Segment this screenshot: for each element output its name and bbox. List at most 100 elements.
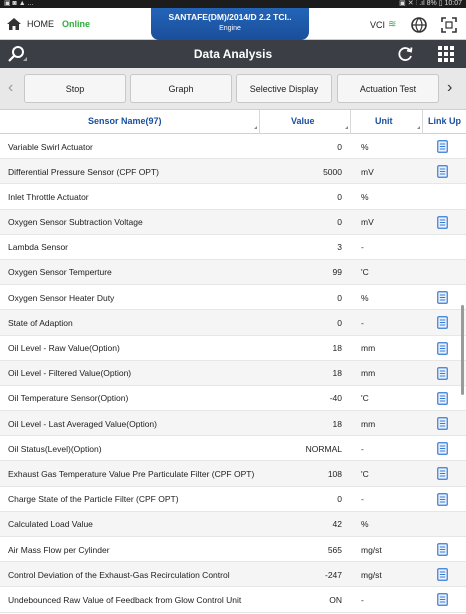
sensor-name-cell: Air Mass Flow per Cylinder (8, 544, 110, 555)
table-row[interactable]: Control Deviation of the Exhaust-Gas Rec… (0, 562, 466, 588)
sensor-value-cell: 108 (327, 468, 342, 479)
link-up-icon[interactable] (437, 165, 448, 179)
action-button-row: ‹ Stop Graph Selective Display Actuation… (0, 68, 466, 110)
sensor-unit-cell: % (361, 141, 369, 152)
home-button[interactable]: HOME Online (6, 17, 90, 31)
table-row[interactable]: Inlet Throttle Actuator 0% (0, 184, 466, 210)
link-up-icon[interactable] (437, 215, 448, 229)
table-row[interactable]: Oil Level - Last Averaged Value(Option) 1… (0, 411, 466, 437)
selective-display-button[interactable]: Selective Display (236, 74, 332, 103)
sensor-name-cell: Exhaust Gas Temperature Value Pre Partic… (8, 468, 255, 479)
refresh-icon[interactable] (396, 45, 414, 63)
sensor-unit-cell: mV (361, 166, 374, 177)
link-up-icon[interactable] (437, 291, 448, 304)
sensor-name-cell: Variable Swirl Actuator (8, 141, 93, 152)
link-up-icon[interactable] (437, 467, 448, 481)
sensor-name-cell: Differential Pressure Sensor (CPF OPT) (8, 166, 159, 177)
stop-button[interactable]: Stop (24, 74, 126, 103)
vehicle-info-tab[interactable]: SANTAFE(DM)/2014/D 2.2 TCI.. Engine (151, 8, 309, 40)
sensor-value-cell: 0 (337, 292, 342, 303)
sensor-value-cell: 0 (337, 494, 342, 505)
status-left-icons: ▣ ◙ ▲ ... (4, 0, 34, 7)
actuation-test-button[interactable]: Actuation Test (337, 74, 439, 103)
table-row[interactable]: Oil Status(Level)(Option) NORMAL - (0, 436, 466, 462)
sensor-value-cell: 18 (332, 418, 342, 429)
sensor-name-cell: Oil Level - Filtered Value(Option) (8, 368, 132, 379)
sensor-name-cell: Undebounced Raw Value of Feedback from G… (8, 594, 242, 605)
column-header-link-up[interactable]: Link Up (428, 116, 461, 126)
sensor-value-cell: 42 (332, 519, 342, 530)
graph-button[interactable]: Graph (130, 74, 232, 103)
title-bar: Data Analysis (0, 40, 466, 68)
link-up-icon[interactable] (437, 417, 448, 430)
table-row[interactable]: Lambda Sensor 3 - (0, 234, 466, 260)
table-row[interactable]: Undebounced Raw Value of Feedback from G… (0, 587, 466, 613)
table-row[interactable]: Air Mass Flow per Cylinder 565 mg/st (0, 537, 466, 563)
sensor-value-cell: 3 (337, 242, 342, 253)
sensor-unit-cell: - (361, 494, 364, 505)
sensor-name-cell: Oil Temperature Sensor(Option) (8, 393, 129, 404)
column-header-unit[interactable]: Unit (375, 116, 393, 126)
link-up-icon[interactable] (437, 316, 448, 330)
sensor-unit-cell: 'C (361, 393, 369, 404)
status-right-icons: ▣ ✕ ⫶ .ıl 8% ▯ 10:07 (399, 0, 462, 7)
link-up-icon[interactable] (437, 140, 448, 153)
sensor-unit-cell: mg/st (361, 569, 382, 580)
link-up-icon[interactable] (437, 442, 448, 456)
scrollbar-thumb[interactable] (461, 305, 464, 395)
column-divider (350, 110, 351, 134)
link-up-icon[interactable] (437, 392, 448, 405)
link-up-icon[interactable] (437, 593, 448, 607)
sensor-unit-cell: - (361, 443, 364, 454)
link-up-icon[interactable] (437, 492, 448, 506)
chevron-left-icon[interactable]: ‹ (8, 79, 13, 97)
table-row[interactable]: Oxygen Sensor Temperture 99 'C (0, 259, 466, 286)
column-header-value[interactable]: Value (291, 116, 315, 126)
sensor-unit-cell: mV (361, 217, 374, 228)
table-row[interactable]: Oil Level - Raw Value(Option) 18 mm (0, 335, 466, 361)
link-up-icon[interactable] (437, 341, 448, 355)
vehicle-model: SANTAFE(DM)/2014/D 2.2 TCI.. (168, 12, 292, 22)
table-row[interactable]: Oxygen Sensor Subtraction Voltage 0 mV (0, 209, 466, 235)
sensor-value-cell: 99 (332, 267, 342, 278)
sensor-value-cell: 0 (337, 317, 342, 328)
sensor-value-cell: 0 (337, 217, 342, 228)
sensor-unit-cell: - (361, 594, 364, 605)
sensor-value-cell: 0 (337, 191, 342, 202)
column-header-sensor-name[interactable]: Sensor Name(97) (88, 116, 162, 126)
sensor-value-cell: 18 (332, 343, 342, 353)
sort-indicator-icon (345, 126, 348, 129)
sensor-unit-cell: - (361, 242, 364, 253)
table-row[interactable]: Charge State of the Particle Filter (CPF… (0, 486, 466, 512)
table-row[interactable]: Exhaust Gas Temperature Value Pre Partic… (0, 461, 466, 487)
table-row[interactable]: Oil Level - Filtered Value(Option) 18 mm (0, 360, 466, 386)
system-status-bar: ▣ ◙ ▲ ... ▣ ✕ ⫶ .ıl 8% ▯ 10:07 (0, 0, 466, 8)
sensor-name-cell: Oxygen Sensor Subtraction Voltage (8, 217, 143, 228)
vci-status[interactable]: VCI ≋ (370, 19, 396, 30)
table-row[interactable]: Differential Pressure Sensor (CPF OPT) 50… (0, 159, 466, 185)
sensor-unit-cell: 'C (361, 468, 369, 479)
fullscreen-icon[interactable] (440, 16, 458, 34)
vci-label: VCI (370, 19, 386, 30)
sensor-name-cell: Oil Level - Last Averaged Value(Option) (8, 418, 157, 429)
sensor-unit-cell: mm (361, 368, 376, 379)
sensor-name-cell: Charge State of the Particle Filter (CPF… (8, 494, 179, 505)
sensor-unit-cell: mm (361, 343, 376, 353)
link-up-icon[interactable] (437, 366, 448, 380)
table-row[interactable]: Calculated Load Value 42% (0, 511, 466, 537)
sensor-name-cell: Inlet Throttle Actuator (8, 191, 89, 202)
globe-settings-icon[interactable] (410, 16, 428, 34)
sensor-value-cell: 18 (332, 368, 342, 379)
sensor-name-cell: Oil Status(Level)(Option) (8, 443, 102, 454)
link-up-icon[interactable] (437, 568, 448, 582)
table-row[interactable]: State of Adaption 0 - (0, 310, 466, 336)
table-row[interactable]: Oxygen Sensor Heater Duty 0% (0, 285, 466, 311)
table-header: Sensor Name(97) Value Unit Link Up (0, 110, 466, 134)
chevron-right-icon[interactable]: › (447, 79, 452, 97)
grid-menu-icon[interactable] (438, 46, 454, 62)
sensor-value-cell: -247 (324, 569, 342, 580)
table-row[interactable]: Oil Temperature Sensor(Option) -40 'C (0, 385, 466, 412)
table-row[interactable]: Variable Swirl Actuator 0% (0, 134, 466, 160)
link-up-icon[interactable] (437, 543, 448, 556)
sensor-unit-cell: % (361, 191, 369, 202)
